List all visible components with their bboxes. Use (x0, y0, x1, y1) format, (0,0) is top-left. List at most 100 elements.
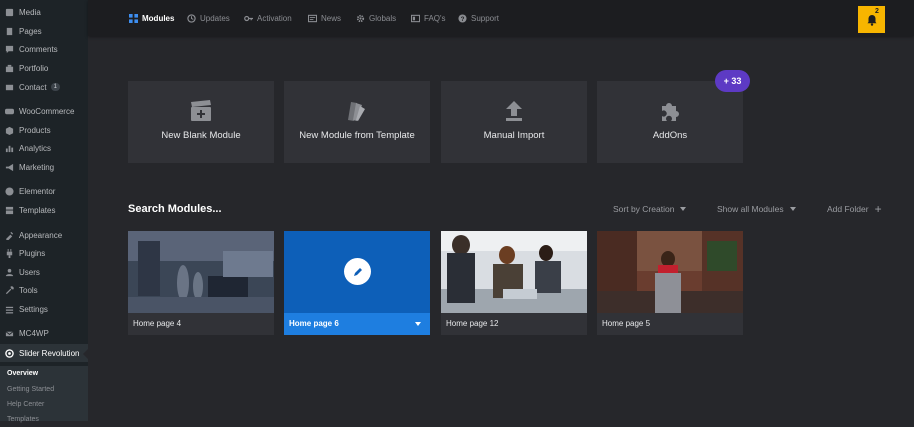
manual-import-card[interactable]: Manual Import (441, 81, 587, 163)
module-tile-home-page-6[interactable]: Home page 6 (284, 231, 430, 335)
tab-updates[interactable]: Updates (187, 0, 230, 36)
module-thumbnail (128, 231, 274, 313)
sidebar-item-label: Slider Revolution (19, 348, 80, 358)
new-blank-module-card[interactable]: New Blank Module (128, 81, 274, 163)
elementor-icon (5, 186, 14, 196)
news-icon (308, 14, 317, 22)
module-thumbnail (597, 231, 743, 313)
woocommerce-icon (5, 107, 14, 116)
sort-dropdown[interactable]: Sort by Creation (613, 204, 687, 214)
contact-icon (5, 83, 14, 92)
tab-modules[interactable]: Modules (129, 0, 174, 36)
pencil-icon (353, 267, 362, 276)
sidebar-item-elementor[interactable]: Elementor (0, 182, 88, 200)
notifications-button[interactable] (858, 6, 885, 33)
sidebar-item-contact[interactable]: Contact 1 (0, 78, 88, 96)
upload-icon (441, 99, 587, 123)
bell-icon (867, 14, 876, 26)
tab-activation[interactable]: Activation (244, 0, 292, 36)
sidebar-item-users[interactable]: Users (0, 263, 88, 281)
module-title: Home page 5 (602, 319, 651, 328)
tab-globals[interactable]: Globals (356, 0, 396, 36)
addons-card[interactable]: AddOns (597, 81, 743, 163)
sidebar-item-label: Appearance (19, 230, 63, 240)
sidebar-item-label: Comments (19, 44, 58, 54)
pages-icon (5, 27, 14, 36)
support-icon: ? (458, 13, 467, 22)
sidebar-item-slider-revolution[interactable]: Slider Revolution (0, 344, 88, 362)
submenu-item-templates[interactable]: Templates (0, 412, 88, 427)
chevron-down-icon (680, 207, 687, 211)
sidebar-item-analytics[interactable]: Analytics (0, 139, 88, 157)
svg-text:?: ? (461, 15, 465, 22)
clapperboard-plus-icon (128, 99, 274, 123)
slider-revolution-icon (5, 348, 14, 358)
module-thumbnail (284, 231, 430, 313)
sidebar-item-label: Templates (19, 205, 56, 215)
template-swatch-icon (284, 99, 430, 123)
sidebar-item-marketing[interactable]: Marketing (0, 158, 88, 176)
notification-count: 2 (875, 8, 879, 15)
filter-dropdown[interactable]: Show all Modules (717, 204, 796, 214)
mc4wp-icon (5, 329, 14, 338)
module-thumbnail (441, 231, 587, 313)
chevron-down-icon (789, 207, 796, 211)
sidebar-item-label: Pages (19, 26, 42, 36)
sidebar-item-products[interactable]: Products (0, 121, 88, 139)
puzzle-icon (597, 99, 743, 123)
module-tile-home-page-12[interactable]: Home page 12 (441, 231, 587, 335)
faq-icon (411, 14, 420, 22)
sidebar-item-label: Tools (19, 285, 38, 295)
templates-icon (5, 206, 14, 215)
sidebar-item-settings[interactable]: Settings (0, 300, 88, 318)
gear-icon (356, 14, 365, 22)
card-label: AddOns (652, 130, 688, 141)
sidebar-item-appearance[interactable]: Appearance (0, 226, 88, 244)
tab-support[interactable]: ? Support (458, 0, 499, 36)
sidebar-item-label: Users (19, 267, 40, 277)
new-module-from-template-card[interactable]: New Module from Template (284, 81, 430, 163)
submenu-item-help-center[interactable]: Help Center (0, 397, 88, 412)
tools-icon (5, 285, 14, 295)
plugins-icon (5, 248, 14, 258)
edit-module-button[interactable] (344, 258, 371, 285)
wp-admin-sidebar: Media Pages Comments Portfolio Contact 1… (0, 0, 88, 423)
updates-icon (187, 13, 196, 23)
sidebar-item-mc4wp[interactable]: MC4WP (0, 324, 88, 342)
sidebar-item-label: Contact (19, 82, 47, 92)
sidebar-item-label: Marketing (19, 162, 55, 172)
card-label: Manual Import (483, 130, 545, 141)
sidebar-item-label: Portfolio (19, 63, 49, 73)
portfolio-icon (5, 64, 14, 73)
module-tile-home-page-4[interactable]: Home page 4 (128, 231, 274, 335)
search-modules-input[interactable]: Search Modules... (128, 203, 222, 215)
sidebar-item-label: MC4WP (19, 328, 49, 338)
plus-icon: + (874, 202, 882, 216)
add-folder-button[interactable]: Add Folder + (827, 202, 882, 216)
module-title: Home page 12 (446, 319, 499, 328)
sidebar-item-templates[interactable]: Templates (0, 201, 88, 219)
tab-faqs[interactable]: FAQ's (411, 0, 446, 36)
submenu-item-getting-started[interactable]: Getting Started (0, 382, 88, 397)
sidebar-item-label: Settings (19, 304, 48, 314)
sidebar-item-label: Plugins (19, 248, 46, 258)
sidebar-item-media[interactable]: Media (0, 3, 88, 21)
sidebar-item-comments[interactable]: Comments (0, 40, 88, 58)
products-icon (5, 126, 14, 135)
sidebar-item-label: Elementor (19, 186, 56, 196)
module-options-chevron-icon[interactable] (415, 322, 421, 326)
sidebar-item-label: Analytics (19, 143, 52, 153)
tab-news[interactable]: News (308, 0, 341, 36)
users-icon (5, 268, 14, 277)
submenu-item-overview[interactable]: Overview (0, 366, 88, 381)
card-label: New Module from Template (299, 130, 415, 141)
sidebar-item-tools[interactable]: Tools (0, 281, 88, 299)
sidebar-item-portfolio[interactable]: Portfolio (0, 59, 88, 77)
sidebar-item-plugins[interactable]: Plugins (0, 244, 88, 262)
appearance-icon (5, 231, 14, 240)
sidebar-item-pages[interactable]: Pages (0, 22, 88, 40)
grid-icon (129, 13, 138, 23)
active-menu-arrow (83, 349, 88, 359)
module-tile-home-page-5[interactable]: Home page 5 (597, 231, 743, 335)
sidebar-item-woocommerce[interactable]: WooCommerce (0, 102, 88, 120)
